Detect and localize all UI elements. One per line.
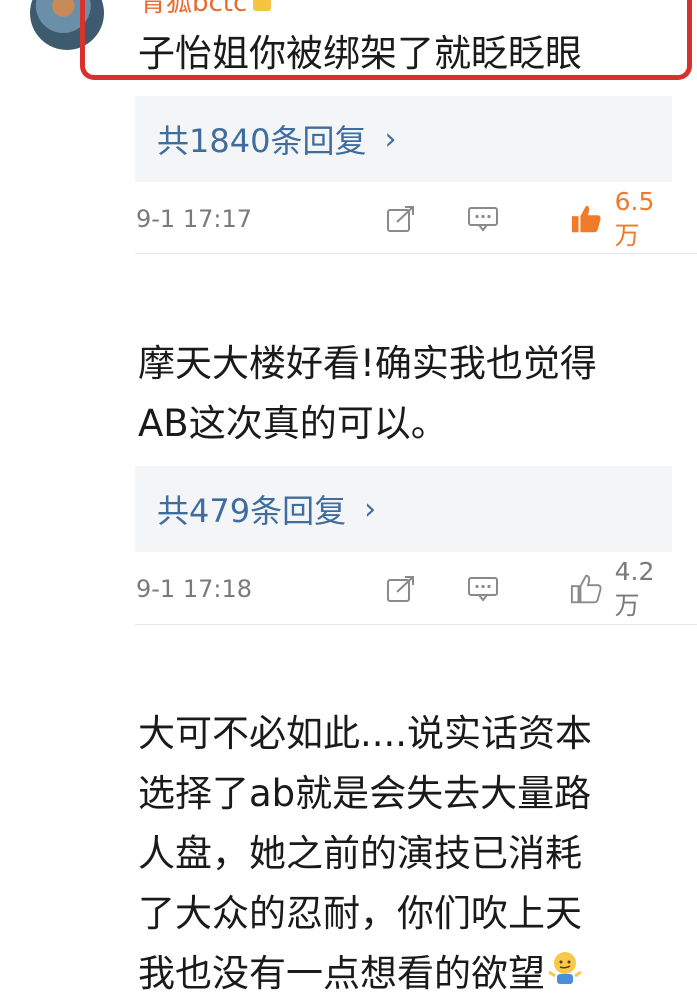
comment-text-line: 摩天大楼好看!确实我也觉得	[138, 342, 597, 385]
thumbs-up-icon	[571, 574, 602, 604]
divider	[135, 253, 697, 254]
repost-icon[interactable]	[382, 202, 420, 236]
comment-text-line-last: 我也没有一点想看的欲望	[138, 946, 585, 1004]
comment-text-line: 人盘，她之前的演技已消耗	[138, 832, 582, 875]
comment-icon[interactable]	[464, 202, 502, 236]
comment-text-fragment: 我也没有一点想看的欲望	[138, 952, 545, 995]
chevron-right-icon: ›	[364, 491, 377, 527]
like-count: 4.2万	[614, 556, 655, 620]
comment-meta: 9-1 17:18 4.2万	[136, 557, 676, 620]
comment-text-line: 大可不必如此....说实话资本	[138, 712, 593, 755]
shrug-emoji-icon	[545, 948, 585, 1004]
comment-icon[interactable]	[464, 572, 502, 606]
comment-text-line: 了大众的忍耐，你们吹上天	[138, 892, 582, 935]
comment-time: 9-1 17:18	[136, 575, 252, 603]
comment-text: 子怡姐你被绑架了就眨眨眼	[138, 32, 582, 75]
comment-text-line: 选择了ab就是会失去大量路	[138, 772, 592, 815]
replies-count-label: 共1840条回复	[157, 122, 367, 160]
like-button[interactable]: 4.2万	[570, 557, 676, 622]
comment-meta: 9-1 17:17 6.5万	[136, 187, 676, 250]
comment-text-line: AB这次真的可以。	[138, 402, 448, 445]
thumbs-up-icon	[572, 205, 601, 233]
comment-time: 9-1 17:17	[136, 205, 252, 233]
like-count: 6.5万	[614, 186, 655, 250]
replies-count-label: 共479条回复	[157, 492, 347, 530]
divider	[135, 624, 697, 625]
like-button[interactable]: 6.5万	[570, 187, 676, 252]
chevron-right-icon: ›	[384, 121, 397, 157]
repost-icon[interactable]	[382, 572, 420, 606]
view-replies-button[interactable]: 共1840条回复 ›	[135, 96, 672, 182]
view-replies-button[interactable]: 共479条回复 ›	[135, 466, 672, 552]
